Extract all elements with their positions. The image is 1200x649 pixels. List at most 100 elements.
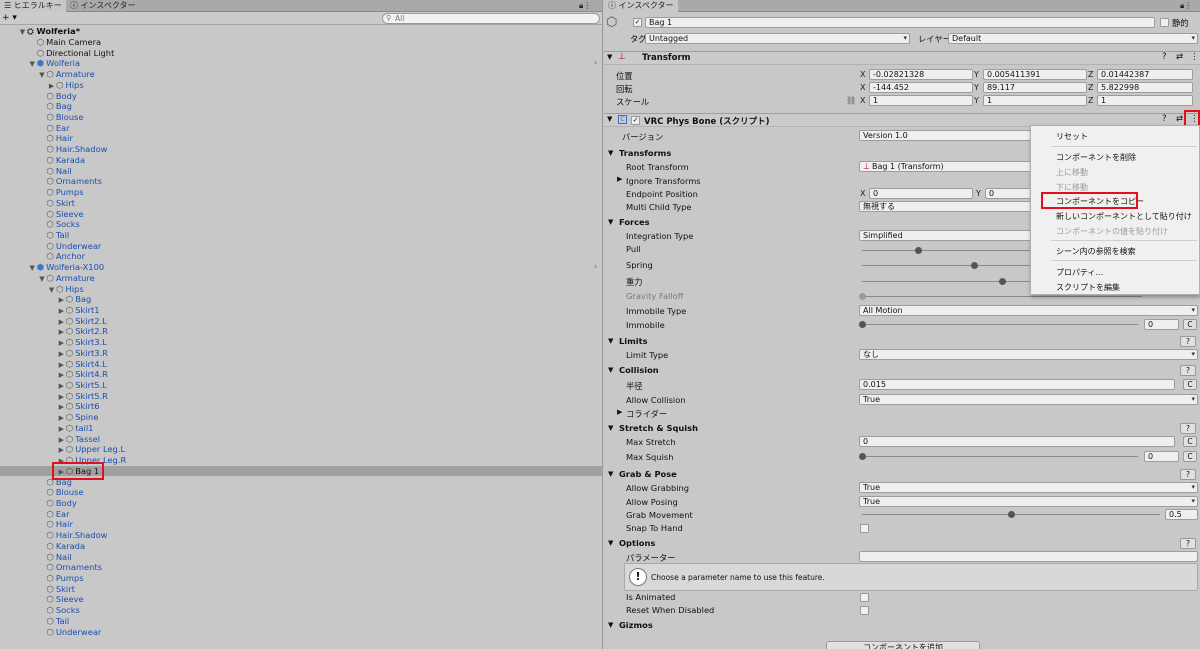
tree-item[interactable]: ▶ ⬡ Upper Leg.L (0, 444, 603, 455)
foldout-arrow-icon[interactable]: ▼ (608, 470, 613, 478)
curve-button[interactable]: C (1183, 379, 1197, 390)
help-button[interactable]: ? (1180, 538, 1196, 549)
limits-section[interactable]: Limits (619, 336, 648, 346)
slider-thumb[interactable] (859, 293, 866, 300)
search-input[interactable]: ⚲ All (382, 13, 600, 24)
menu-item[interactable]: コンポーネントを削除 (1056, 152, 1136, 163)
endpoint-x-field[interactable]: 0 (869, 188, 973, 199)
tree-item[interactable]: ⬡ Tail (0, 230, 603, 241)
tree-item[interactable]: ⬡ Nail (0, 552, 603, 563)
lock-icon[interactable]: 🔒︎⋮ (1176, 0, 1196, 12)
tree-item[interactable]: ▼ ⬢ Wolferia (0, 58, 603, 69)
active-checkbox[interactable]: ✓ (633, 18, 642, 27)
tree-item[interactable]: ⬡ Pumps (0, 187, 603, 198)
menu-item[interactable]: コンポーネントをコピー (1056, 196, 1144, 207)
tree-item[interactable]: ⬡ Karada (0, 541, 603, 552)
tree-item[interactable]: ▶ ⬡ Skirt6 (0, 401, 603, 412)
menu-item[interactable]: リセット (1056, 131, 1088, 142)
tree-item[interactable]: ⬡ Sleeve (0, 594, 603, 605)
tree-item[interactable]: ▼ ⬢ Wolferia-X100 (0, 262, 603, 273)
transform-position-z-field[interactable]: 0.01442387 (1097, 69, 1193, 80)
radius-value-field[interactable]: 0.015 (859, 379, 1175, 390)
preset-icon[interactable]: ⇄ (1176, 52, 1183, 62)
slider-thumb[interactable] (999, 278, 1006, 285)
tree-item[interactable]: ⬡ Ear (0, 509, 603, 520)
transforms-section[interactable]: Transforms (619, 148, 671, 158)
tree-item[interactable]: ⬡ Skirt (0, 198, 603, 209)
foldout-arrow-icon[interactable]: ▶ (617, 408, 622, 416)
more-icon[interactable]: ⋮ (1190, 114, 1199, 124)
forces-section[interactable]: Forces (619, 217, 650, 227)
menu-item[interactable]: 上に移動 (1056, 167, 1088, 178)
transform-rotation-y-field[interactable]: 89.117 (983, 82, 1087, 93)
transform-position-y-field[interactable]: 0.005411391 (983, 69, 1087, 80)
immobile-type-value-field[interactable]: All Motion (859, 305, 1198, 316)
tree-item[interactable]: ⬡ Socks (0, 219, 603, 230)
tree-item[interactable]: ▶ ⬡ Bag (0, 294, 603, 305)
stretch-section[interactable]: Stretch & Squish (619, 423, 698, 433)
transform-scale-y-field[interactable]: 1 (983, 95, 1087, 106)
menu-item[interactable]: スクリプトを編集 (1056, 282, 1120, 293)
menu-item[interactable]: プロパティ... (1056, 267, 1103, 278)
tree-item[interactable]: ▶ ⬡ Skirt3.R (0, 348, 603, 359)
help-button[interactable]: ? (1180, 365, 1196, 376)
tree-item[interactable]: ⬡ Body (0, 91, 603, 102)
tree-item[interactable]: ▶ ⬡ Skirt4.R (0, 369, 603, 380)
tree-item[interactable]: ▶ ⬡ Hips (0, 80, 603, 91)
tree-item[interactable]: ▶ ⬡ Tassel (0, 434, 603, 445)
slider-thumb[interactable] (1008, 511, 1015, 518)
transform-position-x-field[interactable]: -0.02821328 (869, 69, 973, 80)
parameter-value-field[interactable] (859, 551, 1198, 562)
slider-thumb[interactable] (859, 321, 866, 328)
immobile-value-field[interactable]: 0 (1144, 319, 1179, 330)
help-button[interactable]: ? (1180, 423, 1196, 434)
foldout-arrow-icon[interactable]: ▼ (607, 115, 612, 123)
tree-item[interactable]: ⬡ Tail (0, 616, 603, 627)
help-icon[interactable]: ? (1162, 52, 1167, 62)
tree-item[interactable]: ⬡ Bag (0, 477, 603, 488)
tree-item[interactable]: ⬡ Socks (0, 605, 603, 616)
tree-item[interactable]: ⬡ Blouse (0, 112, 603, 123)
foldout-arrow-icon[interactable]: ▼ (608, 539, 613, 547)
enabled-checkbox[interactable]: ✓ (631, 116, 640, 125)
tree-item[interactable]: ⬡ Karada (0, 155, 603, 166)
checkbox[interactable] (860, 593, 869, 602)
tree-item[interactable]: ▶ ⬡ Skirt5.R (0, 391, 603, 402)
transform-scale-z-field[interactable]: 1 (1097, 95, 1193, 106)
preset-icon[interactable]: ⇄ (1176, 114, 1183, 124)
scene-row[interactable]: ▼ ⛭ Wolferia* (18, 26, 80, 37)
curve-button[interactable]: C (1183, 451, 1197, 462)
allow-collision-value-field[interactable]: True (859, 394, 1198, 405)
max-stretch-value-field[interactable]: 0 (859, 436, 1175, 447)
menu-item[interactable]: コンポーネントの値を貼り付け (1056, 226, 1168, 237)
transform-scale-x-field[interactable]: 1 (869, 95, 973, 106)
tree-item[interactable]: ⬡ Bag (0, 101, 603, 112)
foldout-arrow-icon[interactable]: ▼ (608, 149, 613, 157)
tree-item[interactable]: ⬡ Main Camera (0, 37, 603, 48)
tree-item[interactable]: ▼ ⬡ Armature (0, 69, 603, 80)
grab-movement-value-field[interactable]: 0.5 (1165, 509, 1198, 520)
allow-grabbing-value-field[interactable]: True (859, 482, 1198, 493)
curve-button[interactable]: C (1183, 319, 1197, 330)
tree-item[interactable]: ▶ ⬡ Skirt2.R (0, 326, 603, 337)
chevron-right-icon[interactable]: › (594, 58, 597, 67)
tree-item[interactable]: ⬡ Anchor (0, 251, 603, 262)
tree-item[interactable]: ⬡ Body (0, 498, 603, 509)
tree-item[interactable]: ⬡ Hair (0, 519, 603, 530)
options-section[interactable]: Options (619, 538, 655, 548)
slider-thumb[interactable] (915, 247, 922, 254)
tree-item[interactable]: ⬡ Underwear (0, 241, 603, 252)
foldout-arrow-icon[interactable]: ▼ (608, 424, 613, 432)
slider-thumb[interactable] (859, 453, 866, 460)
tree-item[interactable]: ▶ ⬡ Upper Leg.R (0, 455, 603, 466)
chevron-right-icon[interactable]: › (594, 262, 597, 271)
tab-inspector-left[interactable]: ⓘ インスペクター (66, 0, 140, 12)
grab-section[interactable]: Grab & Pose (619, 469, 677, 479)
tab-hierarchy[interactable]: ☰ ヒエラルキー (0, 0, 66, 12)
lock-icon[interactable]: 🔒︎⋮ (575, 0, 595, 12)
menu-item[interactable]: シーン内の参照を検索 (1056, 246, 1136, 257)
help-button[interactable]: ? (1180, 336, 1196, 347)
tree-item[interactable]: ▶ ⬡ Skirt1 (0, 305, 603, 316)
tree-item[interactable]: ⬡ Ornaments (0, 562, 603, 573)
tree-item[interactable]: ⬡ Hair (0, 133, 603, 144)
